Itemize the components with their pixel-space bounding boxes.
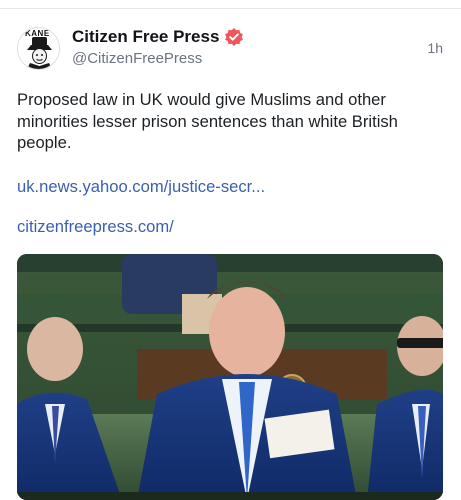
post-link-citizenfreepress[interactable]: citizenfreepress.com/	[17, 217, 174, 237]
avatar[interactable]: KANE	[17, 27, 60, 70]
post-link-yahoo[interactable]: uk.news.yahoo.com/justice-secr...	[17, 177, 265, 197]
video-frame-image	[17, 254, 443, 500]
author-name-row[interactable]: Citizen Free Press	[72, 27, 244, 47]
video-thumbnail[interactable]	[17, 254, 443, 500]
avatar-logo-text: KANE	[25, 29, 50, 38]
author-display-name[interactable]: Citizen Free Press	[72, 27, 219, 47]
verified-badge-icon	[224, 27, 244, 47]
post-text: Proposed law in UK would give Muslims an…	[17, 90, 398, 152]
author-handle[interactable]: @CitizenFreePress	[72, 50, 202, 67]
post-card[interactable]: KANE Citizen Free Press @CitizenFreePres…	[0, 9, 461, 500]
post-timestamp[interactable]: 1h	[427, 40, 443, 56]
